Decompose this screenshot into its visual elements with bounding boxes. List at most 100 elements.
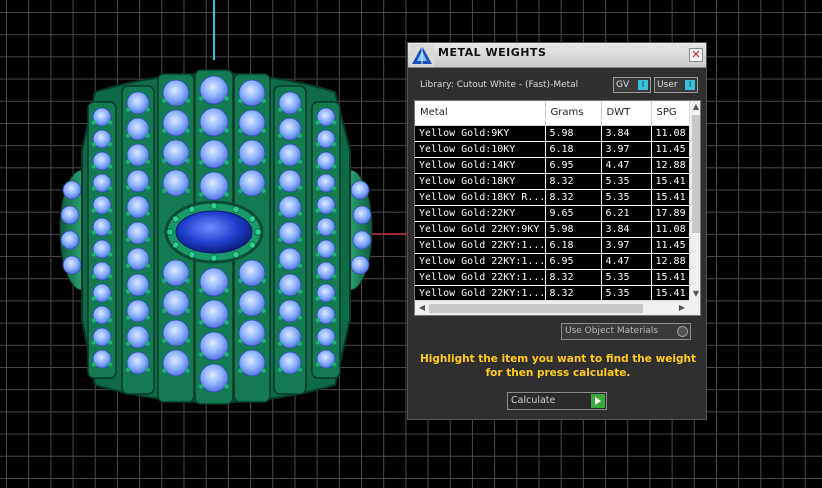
- prong-icon: [145, 315, 151, 320]
- column-header-dwt[interactable]: DWT: [601, 101, 652, 126]
- prong-icon: [315, 120, 321, 125]
- accent-stone-icon: [126, 195, 150, 219]
- metal-cell: Yellow Gold:18KY R...: [415, 189, 546, 206]
- accent-stone-icon: [199, 75, 229, 105]
- prong-icon: [125, 367, 131, 372]
- table-row[interactable]: Yellow Gold 22KY:1... 8.32 5.35 15.41: [415, 285, 689, 300]
- prong-icon: [297, 263, 303, 268]
- dwt-cell: 3.97: [601, 237, 652, 254]
- prong-icon: [277, 185, 283, 190]
- table-row[interactable]: Yellow Gold:18KY R... 8.32 5.35 15.41: [415, 189, 689, 206]
- gem-prong-icon: [188, 205, 196, 213]
- prong-icon: [145, 341, 151, 346]
- prong-icon: [261, 308, 266, 313]
- gem-prong-icon: [166, 228, 174, 236]
- gem-prong-icon: [248, 215, 256, 223]
- column-header-grams[interactable]: Grams: [545, 101, 602, 126]
- calculate-button[interactable]: Calculate: [507, 392, 607, 410]
- prong-icon: [125, 159, 131, 164]
- scroll-left-icon[interactable]: ◀: [417, 303, 427, 313]
- column-header-metal[interactable]: Metal: [415, 101, 546, 126]
- metal-weights-panel: METAL WEIGHTS ✕ Library: Cutout White - …: [407, 42, 707, 420]
- prong-icon: [162, 128, 167, 133]
- prong-icon: [145, 133, 151, 138]
- scroll-down-icon[interactable]: ▼: [691, 289, 700, 299]
- table-row[interactable]: Yellow Gold:14KY 6.95 4.47 12.88: [415, 157, 689, 174]
- grams-cell: 6.95: [545, 157, 602, 174]
- prong-icon: [224, 352, 229, 357]
- prong-icon: [91, 274, 97, 279]
- grams-cell: 9.65: [545, 205, 602, 222]
- vertical-scrollbar[interactable]: ▲ ▼: [689, 101, 700, 300]
- grams-cell: 8.32: [545, 285, 602, 300]
- prong-icon: [331, 164, 337, 169]
- table-row[interactable]: Yellow Gold:9KY 5.98 3.84 11.08: [415, 125, 689, 142]
- panel-title: METAL WEIGHTS: [438, 46, 547, 59]
- accent-stone-icon: [278, 91, 302, 115]
- column-header-spg[interactable]: SPG: [651, 101, 689, 126]
- prong-icon: [315, 208, 321, 213]
- prong-icon: [277, 367, 283, 372]
- table-row[interactable]: Yellow Gold 22KY:9KY 5.98 3.84 11.08: [415, 221, 689, 238]
- gem-prong-icon: [254, 228, 262, 236]
- prong-icon: [277, 341, 283, 346]
- horizontal-scrollbar[interactable]: ◀ ▶: [415, 300, 689, 315]
- prong-icon: [315, 252, 321, 257]
- prong-icon: [91, 318, 97, 323]
- table-row[interactable]: Yellow Gold 22KY:1... 6.95 4.47 12.88: [415, 253, 689, 270]
- table-row[interactable]: Yellow Gold:10KY 6.18 3.97 11.45: [415, 141, 689, 158]
- vertical-scroll-thumb[interactable]: [692, 115, 700, 233]
- prong-icon: [315, 340, 321, 345]
- user-toggle[interactable]: User I: [654, 77, 698, 93]
- close-button[interactable]: ✕: [689, 48, 703, 62]
- accent-stone-icon: [238, 349, 266, 377]
- table-row[interactable]: Yellow Gold:18KY 8.32 5.35 15.41: [415, 173, 689, 190]
- dwt-cell: 5.35: [601, 173, 652, 190]
- prong-icon: [238, 188, 243, 193]
- prong-icon: [107, 164, 113, 169]
- accent-stone-icon: [278, 247, 302, 271]
- accent-stone-icon: [278, 221, 302, 245]
- accent-stone-icon: [126, 143, 150, 167]
- prong-icon: [297, 211, 303, 216]
- prong-icon: [261, 128, 266, 133]
- prong-icon: [125, 133, 131, 138]
- accent-stone-icon: [278, 169, 302, 193]
- instructions-line-1: Highlight the item you want to find the …: [420, 353, 696, 365]
- prong-icon: [297, 185, 303, 190]
- prong-icon: [185, 338, 190, 343]
- panel-titlebar[interactable]: METAL WEIGHTS ✕: [408, 43, 706, 68]
- prong-icon: [145, 211, 151, 216]
- prong-icon: [315, 296, 321, 301]
- close-icon: ✕: [691, 48, 701, 61]
- spg-cell: 15.41: [651, 285, 689, 300]
- table-row[interactable]: Yellow Gold 22KY:1... 6.18 3.97 11.45: [415, 237, 689, 254]
- prong-icon: [224, 288, 229, 293]
- accent-stone-icon: [199, 363, 229, 393]
- prong-icon: [107, 230, 113, 235]
- prong-icon: [277, 263, 283, 268]
- prong-icon: [331, 340, 337, 345]
- radio-icon[interactable]: [677, 326, 688, 337]
- use-object-materials-option[interactable]: Use Object Materials: [561, 323, 691, 340]
- accent-stone-icon: [126, 221, 150, 245]
- accent-stone-icon: [199, 331, 229, 361]
- prong-icon: [315, 230, 321, 235]
- prong-icon: [277, 159, 283, 164]
- dwt-cell: 3.97: [601, 141, 652, 158]
- dwt-cell: 4.47: [601, 157, 652, 174]
- scroll-right-icon[interactable]: ▶: [677, 303, 687, 313]
- gv-toggle[interactable]: GV I: [613, 77, 651, 93]
- prong-icon: [331, 186, 337, 191]
- accent-stone-icon: [126, 91, 150, 115]
- accent-stone-icon: [162, 169, 190, 197]
- table-row[interactable]: Yellow Gold:22KY 9.65 6.21 17.89: [415, 205, 689, 222]
- prong-icon: [107, 142, 113, 147]
- prong-icon: [145, 263, 151, 268]
- prong-icon: [125, 263, 131, 268]
- table-row[interactable]: Yellow Gold 22KY:1... 8.32 5.35 15.41: [415, 269, 689, 286]
- prong-icon: [261, 158, 266, 163]
- horizontal-scroll-thumb[interactable]: [429, 304, 643, 313]
- table-viewport[interactable]: Metal Grams DWT SPG Yellow Gold:9KY 5.98 3…: [415, 101, 689, 300]
- scroll-up-icon[interactable]: ▲: [691, 102, 700, 112]
